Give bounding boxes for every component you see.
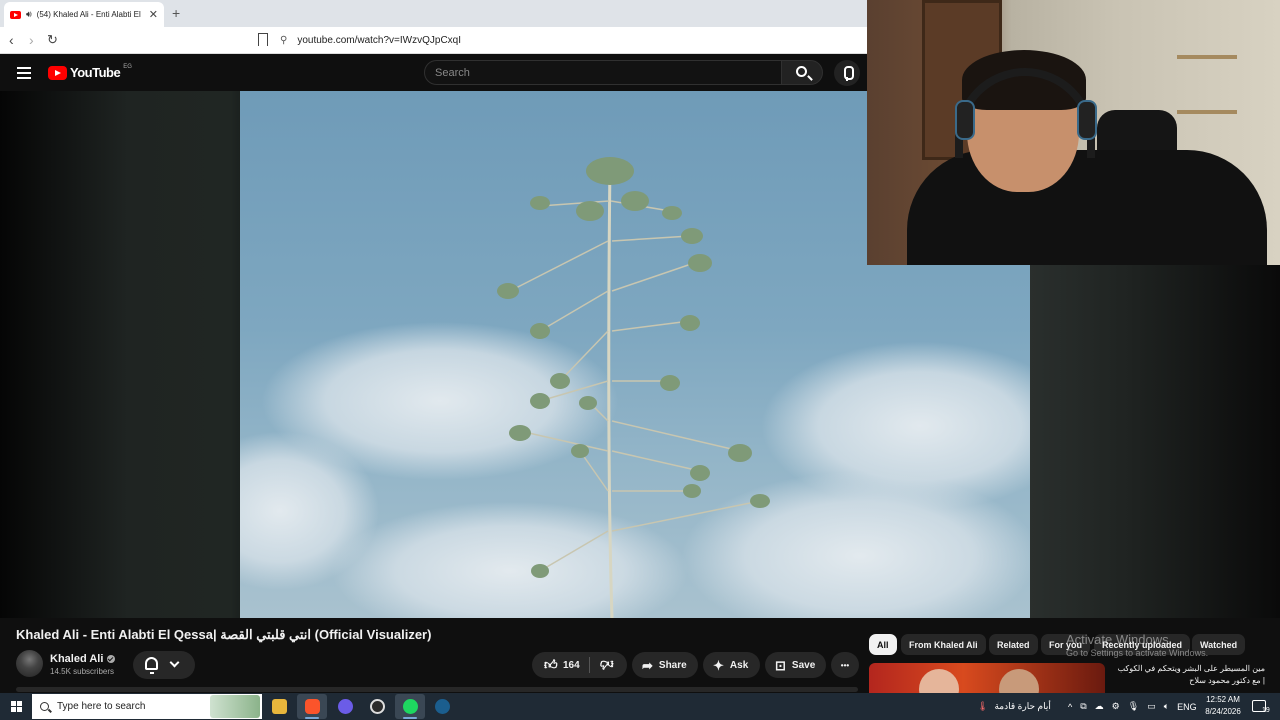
browser-tab[interactable]: 🔊︎ (54) Khaled Ali - Enti Alabti El ✕ bbox=[4, 2, 164, 27]
channel-avatar[interactable] bbox=[16, 650, 43, 677]
taskbar-search-placeholder: Type here to search bbox=[57, 701, 146, 712]
taskbar-search[interactable]: Type here to search bbox=[32, 694, 262, 719]
weather-widget[interactable]: 🌡︎ أيام حارة قادمة bbox=[977, 693, 1051, 720]
site-info-icon[interactable]: ⚲ bbox=[280, 35, 287, 46]
dislike-icon[interactable]: 👍︎ bbox=[600, 657, 614, 672]
obs-icon bbox=[369, 699, 385, 714]
search-input[interactable] bbox=[425, 61, 781, 84]
ask-button[interactable]: ✦ Ask bbox=[703, 652, 760, 678]
screen: 🔊︎ (54) Khaled Ali - Enti Alabti El ✕ + … bbox=[0, 0, 1280, 720]
notification-count: 19 bbox=[1262, 707, 1270, 714]
weather-text: أيام حارة قادمة bbox=[994, 701, 1051, 711]
country-code: EG bbox=[123, 63, 132, 70]
clock-time: 12:52 AM bbox=[1206, 695, 1240, 704]
spotify-icon bbox=[402, 699, 418, 714]
sparkle-icon: ✦ bbox=[713, 657, 724, 673]
recommended-video-title[interactable]: مين المسيطر على البشر ويتحكم في الكوكب |… bbox=[1115, 663, 1265, 687]
youtube-play-icon bbox=[48, 65, 67, 80]
language-indicator[interactable]: ENG bbox=[1177, 702, 1197, 712]
browser-tab-bar: 🔊︎ (54) Khaled Ali - Enti Alabti El ✕ + bbox=[0, 0, 867, 27]
volume-icon[interactable]: 🔈︎ bbox=[1164, 701, 1169, 712]
file-explorer-app[interactable] bbox=[264, 694, 294, 719]
description-box-edge bbox=[16, 687, 858, 692]
address-bar: ‹ › ↻ ⚲ youtube.com/watch?v=IWzvQJpCxqI bbox=[0, 27, 867, 54]
save-icon: ⊡ bbox=[775, 657, 786, 673]
webcam-overlay bbox=[867, 0, 1280, 265]
activate-windows-title: Activate Windows bbox=[1066, 632, 1169, 647]
verified-icon bbox=[107, 655, 116, 663]
tab-close-icon[interactable]: ✕ bbox=[149, 8, 158, 21]
share-button[interactable]: ➦ Share bbox=[632, 652, 698, 678]
windows-start-icon[interactable] bbox=[11, 701, 22, 712]
back-icon[interactable]: ‹ bbox=[9, 32, 14, 48]
search-icon bbox=[796, 66, 807, 77]
bookmark-icon[interactable] bbox=[258, 33, 268, 46]
youtube-logo[interactable]: YouTube EG bbox=[48, 63, 132, 80]
url-field[interactable]: ⚲ youtube.com/watch?v=IWzvQJpCxqI bbox=[280, 31, 860, 50]
obs-app[interactable] bbox=[362, 694, 392, 719]
save-button[interactable]: ⊡ Save bbox=[765, 652, 826, 678]
search-button[interactable] bbox=[781, 60, 823, 85]
brave-browser-app[interactable] bbox=[297, 694, 327, 719]
thermometer-icon: 🌡︎ bbox=[977, 701, 989, 711]
network-icon[interactable]: ▭ bbox=[1147, 701, 1156, 712]
youtube-favicon-icon bbox=[10, 10, 21, 19]
windows-taskbar: Type here to search 🌡︎ أيام حارة قادمة ^… bbox=[0, 693, 1280, 720]
webcam-person-body bbox=[907, 150, 1267, 265]
share-label: Share bbox=[658, 659, 687, 671]
save-label: Save bbox=[791, 659, 816, 671]
like-dislike-group: 👍︎ 164 👍︎ bbox=[532, 652, 627, 678]
system-tray: ^ ⧉ ☁︎ ⚙︎ 🎙︎ ▭ 🔈︎ ENG bbox=[1068, 693, 1197, 720]
messenger-app[interactable] bbox=[330, 694, 360, 719]
activate-windows-subtitle: Go to Settings to activate Windows. bbox=[1066, 648, 1209, 658]
youtube-header: YouTube EG bbox=[0, 54, 867, 91]
folder-icon bbox=[271, 699, 287, 714]
messenger-icon bbox=[337, 699, 353, 714]
url-text: youtube.com/watch?v=IWzvQJpCxqI bbox=[297, 35, 462, 46]
search-highlight-image bbox=[210, 695, 260, 718]
like-icon[interactable]: 👍︎ bbox=[544, 658, 558, 671]
steam-app[interactable] bbox=[427, 694, 457, 719]
forward-icon[interactable]: › bbox=[29, 32, 34, 48]
speaker-icon[interactable]: 🔊︎ bbox=[26, 9, 32, 20]
more-actions-button[interactable]: ••• bbox=[831, 652, 859, 678]
chevron-down-icon bbox=[169, 657, 180, 668]
recommended-video-thumbnail[interactable] bbox=[869, 663, 1105, 693]
steam-icon bbox=[434, 699, 450, 714]
notification-bell-button[interactable] bbox=[133, 651, 195, 679]
tab-title: (54) Khaled Ali - Enti Alabti El bbox=[36, 10, 141, 19]
new-tab-button[interactable]: + bbox=[172, 5, 180, 21]
channel-name[interactable]: Khaled Ali bbox=[50, 653, 116, 665]
tray-settings-icon[interactable]: ⚙︎ bbox=[1112, 701, 1120, 712]
subscriber-count: 14.5K subscribers bbox=[50, 667, 115, 676]
more-icon: ••• bbox=[840, 660, 850, 670]
onedrive-icon[interactable]: ☁︎ bbox=[1095, 701, 1104, 712]
search-icon bbox=[40, 702, 49, 711]
bell-icon bbox=[145, 657, 158, 674]
brave-icon bbox=[304, 699, 320, 714]
search-box bbox=[424, 60, 782, 85]
chip-from-channel[interactable]: From Khaled Ali bbox=[901, 634, 986, 655]
microphone-icon[interactable]: 🎙︎ bbox=[1128, 701, 1139, 712]
chip-related[interactable]: Related bbox=[989, 634, 1038, 655]
channel-name-text: Khaled Ali bbox=[50, 653, 104, 665]
voice-search-button[interactable] bbox=[834, 60, 860, 86]
chevron-up-icon[interactable]: ^ bbox=[1068, 702, 1072, 712]
youtube-wordmark: YouTube bbox=[70, 65, 121, 80]
like-count[interactable]: 164 bbox=[563, 660, 580, 671]
ask-label: Ask bbox=[729, 659, 749, 671]
chip-all[interactable]: All bbox=[869, 634, 897, 655]
clock-date: 8/24/2026 bbox=[1205, 707, 1241, 716]
video-title: Khaled Ali - Enti Alabti El Qessa| انتي … bbox=[16, 627, 432, 642]
spotify-app[interactable] bbox=[395, 694, 425, 719]
tray-app-icon[interactable]: ⧉ bbox=[1080, 701, 1086, 712]
share-icon: ➦ bbox=[642, 657, 653, 673]
menu-icon[interactable] bbox=[17, 67, 31, 79]
reload-icon[interactable]: ↻ bbox=[47, 32, 58, 48]
taskbar-clock[interactable]: 12:52 AM 8/24/2026 bbox=[1198, 694, 1248, 718]
